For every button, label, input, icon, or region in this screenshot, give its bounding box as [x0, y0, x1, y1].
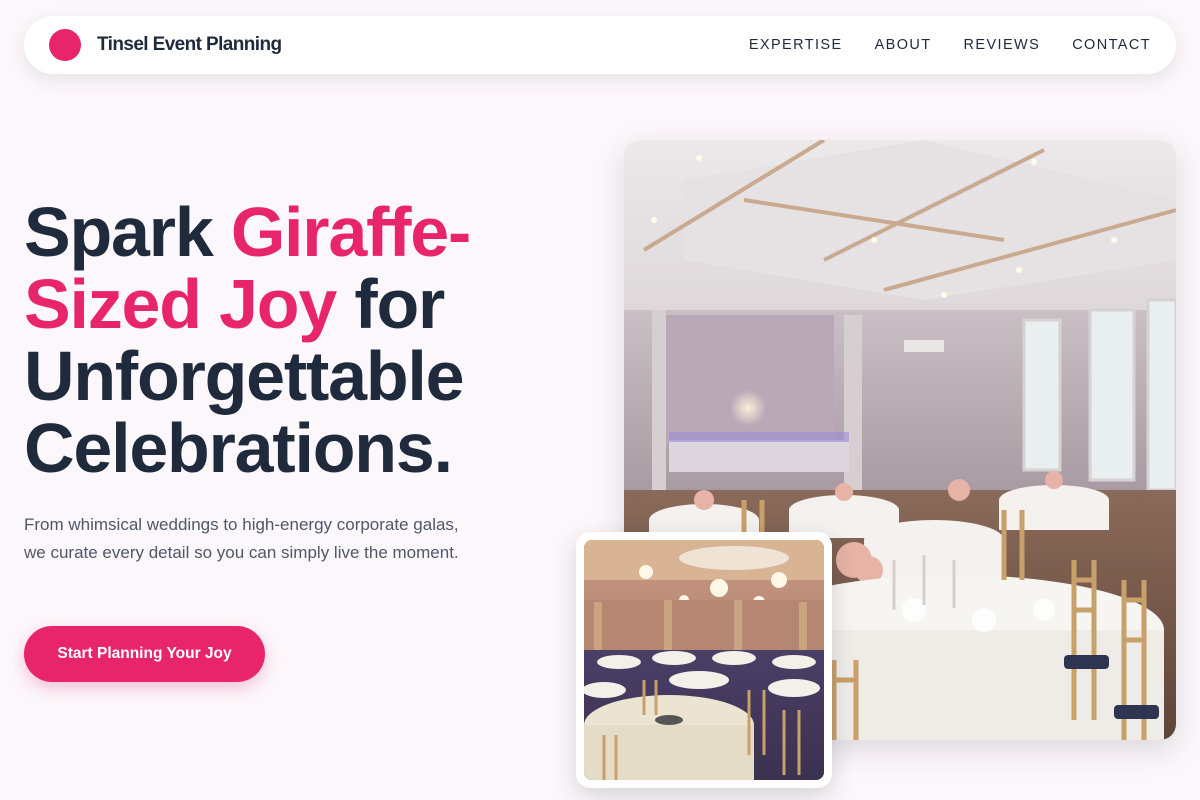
inset-photo-frame — [576, 532, 832, 788]
nav-links: EXPERTISE ABOUT REVIEWS CONTACT — [749, 37, 1151, 53]
brand-logo-dot[interactable] — [49, 29, 81, 61]
nav-link-contact[interactable]: CONTACT — [1072, 37, 1151, 53]
hero-subtext: From whimsical weddings to high-energy c… — [24, 515, 459, 562]
headline-part-1: Spark — [24, 193, 231, 271]
nav-link-expertise[interactable]: EXPERTISE — [749, 37, 843, 53]
nav-link-about[interactable]: ABOUT — [875, 37, 932, 53]
nav-link-reviews[interactable]: REVIEWS — [964, 37, 1041, 53]
top-navbar: Tinsel Event Planning EXPERTISE ABOUT RE… — [24, 16, 1176, 74]
ballroom-round-tables-photo — [584, 540, 824, 780]
hero-headline: Spark Giraffe-Sized Joy for Unforgettabl… — [24, 196, 584, 484]
ballroom-illustration — [584, 540, 824, 780]
brand-name[interactable]: Tinsel Event Planning — [97, 34, 282, 56]
start-planning-button[interactable]: Start Planning Your Joy — [24, 626, 265, 682]
